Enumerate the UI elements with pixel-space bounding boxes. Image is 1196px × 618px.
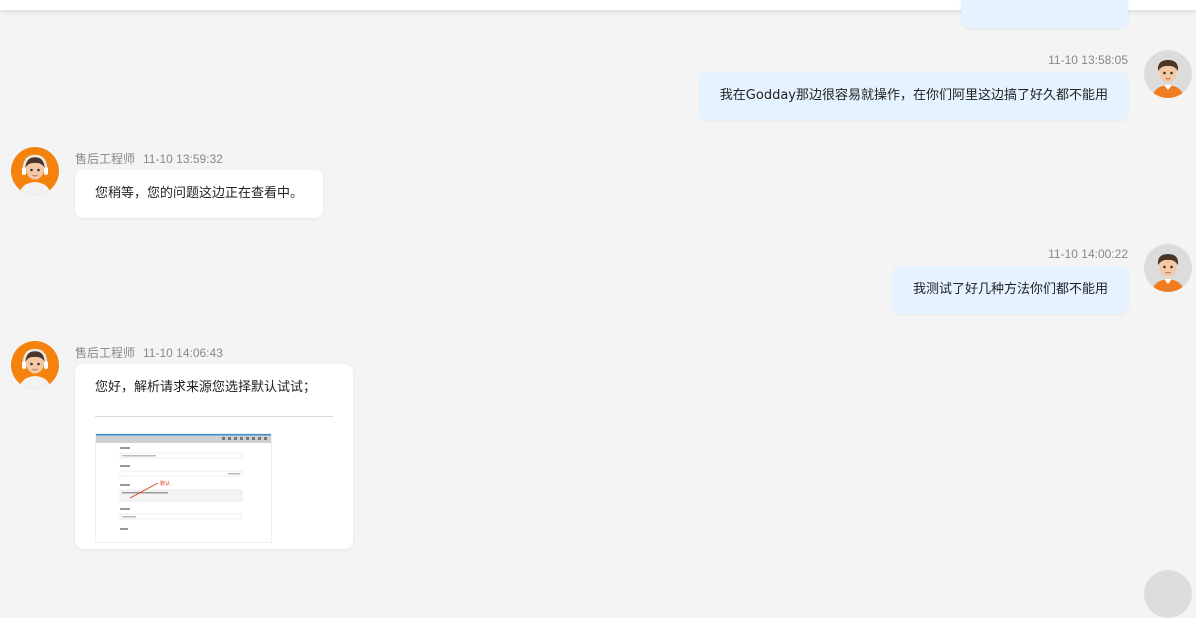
message-time: 11-10 13:58:05 <box>1048 53 1128 67</box>
user-avatar-icon[interactable] <box>1144 50 1192 98</box>
sender-name: 售后工程师 <box>75 346 136 360</box>
message-time: 11-10 14:06:43 <box>143 346 223 360</box>
message-meta: 售后工程师 11-10 13:59:32 <box>75 150 231 167</box>
agent-message-bubble: 您好，解析请求来源您选择默认试试； 默认 <box>75 364 353 549</box>
user-message-bubble: 我测试了好几种方法你们都不能用 <box>892 266 1128 314</box>
agent-message-bubble: 您稍等，您的问题这边正在查看中。 <box>75 170 324 218</box>
message-time: 11-10 13:59:32 <box>143 152 223 166</box>
support-agent-avatar-icon[interactable] <box>11 341 59 389</box>
user-avatar-icon[interactable] <box>1144 244 1192 292</box>
user-message-bubble: 我在Godday那边很容易就操作，在你们阿里这边搞了好久都不能用 <box>699 72 1128 120</box>
divider <box>95 416 333 417</box>
previous-message-bubble <box>961 0 1128 28</box>
sender-name: 售后工程师 <box>75 152 136 166</box>
message-meta: 售后工程师 11-10 14:06:43 <box>75 344 231 361</box>
user-avatar-icon[interactable] <box>1144 570 1192 618</box>
message-text: 您好，解析请求来源您选择默认试试； <box>95 380 317 395</box>
support-agent-avatar-icon[interactable] <box>11 147 59 195</box>
screenshot-annotation: 默认 <box>160 480 170 487</box>
message-time: 11-10 14:00:22 <box>1048 247 1128 261</box>
attachment-screenshot[interactable]: 默认 <box>95 433 272 543</box>
